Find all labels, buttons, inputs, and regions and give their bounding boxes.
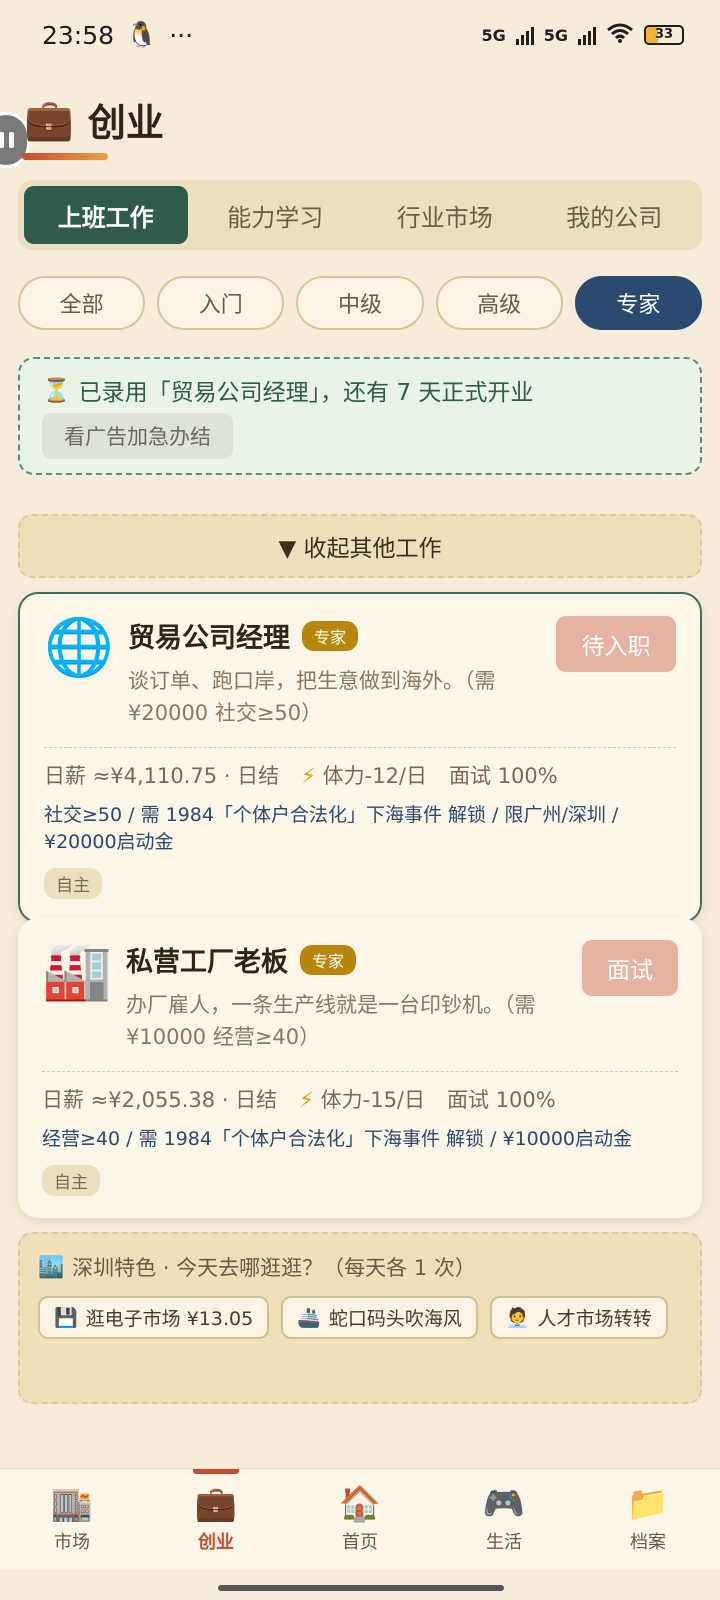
page-title-text: 创业 xyxy=(87,101,164,145)
main-tabs: 上班工作 能力学习 行业市场 我的公司 xyxy=(18,180,702,250)
signal-5g-icon-2: 5G xyxy=(543,25,568,45)
divider xyxy=(42,1071,678,1072)
title-underline xyxy=(22,153,108,160)
briefcase-icon: 💼 xyxy=(194,1484,238,1524)
signal-bars-icon-2 xyxy=(578,25,596,45)
job-tag: 自主 xyxy=(44,868,102,899)
job-requirements: 社交≥50 / 需 1984「个体户合法化」下海事件 解锁 / 限广州/深圳 /… xyxy=(44,804,619,853)
cityscape-icon: 🏙️ xyxy=(38,1254,65,1279)
floppy-disk-icon: 💾 xyxy=(54,1307,78,1329)
speedup-ad-button[interactable]: 看广告加急办结 xyxy=(42,413,233,459)
tab-market[interactable]: 行业市场 xyxy=(363,186,527,244)
pill-label: 人才市场转转 xyxy=(537,1308,652,1330)
status-bar: 23:58 🐧 ··· 5G 5G 33 xyxy=(0,0,720,70)
job-description: 谈订单、跑口岸，把生意做到海外。（需 ¥20000 社交≥50） xyxy=(128,669,496,725)
divider xyxy=(44,747,676,748)
collapse-other-jobs-button[interactable]: ▼ 收起其他工作 xyxy=(18,514,702,578)
home-icon: 🏠 xyxy=(338,1484,382,1524)
filter-mid[interactable]: 中级 xyxy=(296,276,424,330)
factory-icon: 🏭 xyxy=(42,939,112,1004)
gamepad-icon: 🎮 xyxy=(482,1484,526,1524)
level-badge: 专家 xyxy=(302,620,359,651)
signal-bars-icon xyxy=(515,25,534,45)
job-card[interactable]: 🌐 贸易公司经理 专家 谈订单、跑口岸，把生意做到海外。（需 ¥20000 社交… xyxy=(18,592,702,923)
interview-button[interactable]: 面试 xyxy=(582,940,678,996)
nav-label: 首页 xyxy=(342,1532,378,1553)
salary-text: 日薪 ≈¥4,110.75 · 日结 xyxy=(44,764,280,788)
market-building-icon: 🏬 xyxy=(50,1484,94,1524)
explore-title: 深圳特色 · 今天去哪逛逛？（每天各 1 次） xyxy=(72,1256,476,1280)
filter-entry[interactable]: 入门 xyxy=(157,276,285,330)
globe-icon: 🌐 xyxy=(44,615,114,680)
job-card[interactable]: 🏭 私营工厂老板 专家 办厂雇人，一条生产线就是一台印钞机。（需 ¥10000 … xyxy=(18,918,702,1218)
stamina-text: 体力-15/日 xyxy=(320,1088,425,1112)
explore-talent-market[interactable]: 🧑‍💼 人才市场转转 xyxy=(489,1296,668,1339)
nav-startup[interactable]: 💼 创业 xyxy=(144,1469,288,1569)
tab-learning[interactable]: 能力学习 xyxy=(194,186,358,244)
office-worker-icon: 🧑‍💼 xyxy=(505,1307,530,1329)
clock: 23:58 xyxy=(42,20,115,50)
job-title: 私营工厂老板 xyxy=(126,947,288,978)
nav-label: 档案 xyxy=(630,1532,666,1553)
nav-life[interactable]: 🎮 生活 xyxy=(432,1469,576,1569)
explore-electronics-market[interactable]: 💾 逛电子市场 ¥13.05 xyxy=(38,1296,270,1339)
job-requirements: 经营≥40 / 需 1984「个体户合法化」下海事件 解锁 / ¥10000启动… xyxy=(42,1128,633,1150)
interview-rate: 面试 100% xyxy=(447,1088,556,1112)
tab-my-company[interactable]: 我的公司 xyxy=(533,186,697,244)
nav-label: 创业 xyxy=(198,1532,234,1553)
qq-penguin-icon: 🐧 xyxy=(126,20,158,49)
lightning-icon: ⚡ xyxy=(301,764,316,788)
bottom-nav: 🏬 市场 💼 创业 🏠 首页 🎮 生活 📁 档案 xyxy=(0,1468,720,1569)
filter-expert[interactable]: 专家 xyxy=(574,276,703,330)
nav-label: 生活 xyxy=(486,1532,522,1553)
explore-shekou-pier[interactable]: 🚢 蛇口码头吹海风 xyxy=(281,1296,478,1339)
nav-archive[interactable]: 📁 档案 xyxy=(576,1469,720,1569)
hourglass-icon: ⏳ xyxy=(42,377,71,404)
city-explore-section: 🏙️ 深圳特色 · 今天去哪逛逛？（每天各 1 次） 💾 逛电子市场 ¥13.0… xyxy=(18,1232,702,1404)
hire-notice: ⏳ 已录用「贸易公司经理」，还有 7 天正式开业 看广告加急办结 xyxy=(18,357,702,475)
nav-label: 市场 xyxy=(54,1532,90,1553)
salary-text: 日薪 ≈¥2,055.38 · 日结 xyxy=(42,1088,278,1112)
level-badge: 专家 xyxy=(300,944,357,975)
job-description: 办厂雇人，一条生产线就是一台印钞机。（需 ¥10000 经营≥40） xyxy=(126,993,536,1049)
stamina-text: 体力-12/日 xyxy=(322,764,427,788)
tab-work[interactable]: 上班工作 xyxy=(24,186,188,244)
signal-5g-icon: 5G xyxy=(481,25,506,45)
pending-onboard-button[interactable]: 待入职 xyxy=(556,616,676,672)
home-indicator[interactable] xyxy=(218,1585,504,1591)
job-tag: 自主 xyxy=(42,1165,100,1196)
battery-icon: 33 xyxy=(644,25,684,45)
pill-label: 逛电子市场 ¥13.05 xyxy=(85,1308,254,1330)
job-title: 贸易公司经理 xyxy=(128,623,290,654)
filter-all[interactable]: 全部 xyxy=(18,276,146,330)
briefcase-icon: 💼 xyxy=(24,97,74,143)
more-notifications-icon: ··· xyxy=(169,20,194,50)
page-title: 💼 创业 xyxy=(24,92,164,147)
folder-icon: 📁 xyxy=(626,1484,670,1524)
ship-icon: 🚢 xyxy=(297,1307,321,1329)
nav-market[interactable]: 🏬 市场 xyxy=(0,1469,144,1569)
pill-label: 蛇口码头吹海风 xyxy=(328,1308,462,1330)
level-filters: 全部 入门 中级 高级 专家 xyxy=(18,276,703,330)
notice-text: 已录用「贸易公司经理」，还有 7 天正式开业 xyxy=(78,380,534,406)
wifi-icon xyxy=(606,22,634,48)
lightning-icon: ⚡ xyxy=(299,1088,314,1112)
interview-rate: 面试 100% xyxy=(449,764,558,788)
nav-home[interactable]: 🏠 首页 xyxy=(288,1469,432,1569)
filter-senior[interactable]: 高级 xyxy=(435,276,563,330)
